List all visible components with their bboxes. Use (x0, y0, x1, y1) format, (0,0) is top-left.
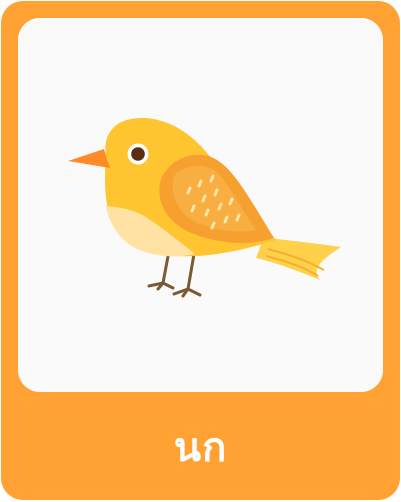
card-word-label: นก (173, 425, 228, 471)
bird-eye-pupil (131, 147, 145, 161)
bird-icon (18, 18, 383, 392)
flashcard[interactable]: นก (1, 1, 400, 500)
illustration-panel (18, 18, 383, 392)
